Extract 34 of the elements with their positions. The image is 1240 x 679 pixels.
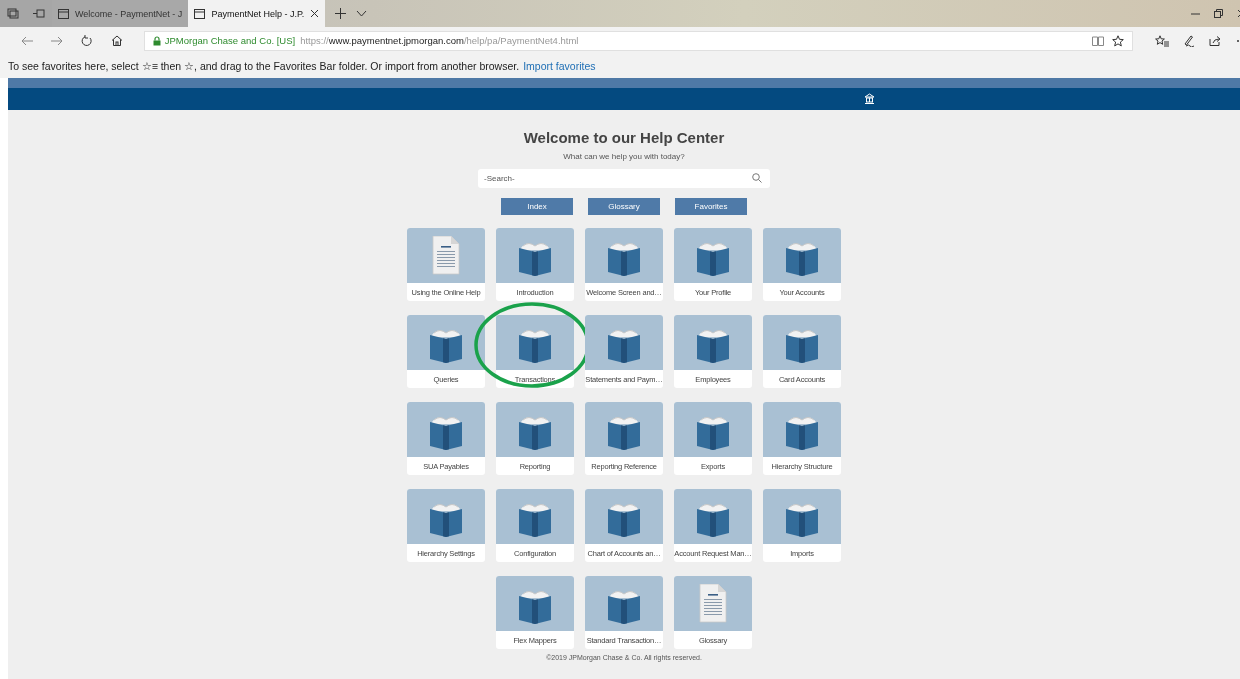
tab-preview-icon[interactable] (33, 8, 45, 19)
lock-icon (152, 35, 161, 46)
nav-button[interactable]: Favorites (675, 198, 747, 215)
refresh-icon[interactable] (80, 34, 93, 47)
search-field[interactable]: -Search- (478, 169, 770, 188)
forward-icon[interactable] (50, 35, 63, 46)
nav-button[interactable]: Index (501, 198, 573, 215)
page-icon (58, 8, 69, 19)
page-icon (194, 8, 206, 19)
back-icon[interactable] (20, 35, 33, 46)
page-subtitle: What can we help you with today? (563, 152, 685, 161)
search-icon[interactable] (752, 173, 762, 183)
home-icon[interactable] (110, 35, 123, 46)
tab-set-icon[interactable] (7, 8, 19, 19)
chevron-down-icon[interactable] (356, 10, 368, 17)
favorites-message: To see favorites here, select ☆≡ then ☆, and drag to the Favorites Bar folder. Or import from another browser. (8, 60, 520, 72)
restore-icon[interactable] (1214, 9, 1223, 18)
nav-button[interactable]: Glossary (588, 198, 660, 215)
address-field[interactable]: JPMorgan Chase and Co. [US] https://www.paymentnet.jpmorgan.com/help/pa/PaymentNet4.html (143, 30, 1133, 51)
share-icon[interactable] (1208, 35, 1222, 46)
more-icon[interactable] (1235, 38, 1240, 43)
browser-tab[interactable]: PaymentNet Help - J.P. (188, 0, 326, 27)
pen-icon[interactable] (1182, 34, 1195, 47)
plus-icon[interactable] (335, 8, 347, 19)
import-favorites-link[interactable]: Import favorites (523, 60, 596, 72)
bank-icon[interactable] (864, 93, 875, 105)
document-icon (698, 584, 728, 623)
close-icon[interactable] (310, 9, 320, 18)
browser-tab[interactable]: Welcome - PaymentNet - J (52, 0, 189, 27)
reading-view-icon[interactable] (1091, 35, 1104, 46)
page-title: Welcome to our Help Center (523, 129, 725, 146)
favorites-list-icon[interactable] (1154, 34, 1169, 47)
star-icon[interactable] (1111, 34, 1124, 47)
document-icon (431, 236, 461, 275)
